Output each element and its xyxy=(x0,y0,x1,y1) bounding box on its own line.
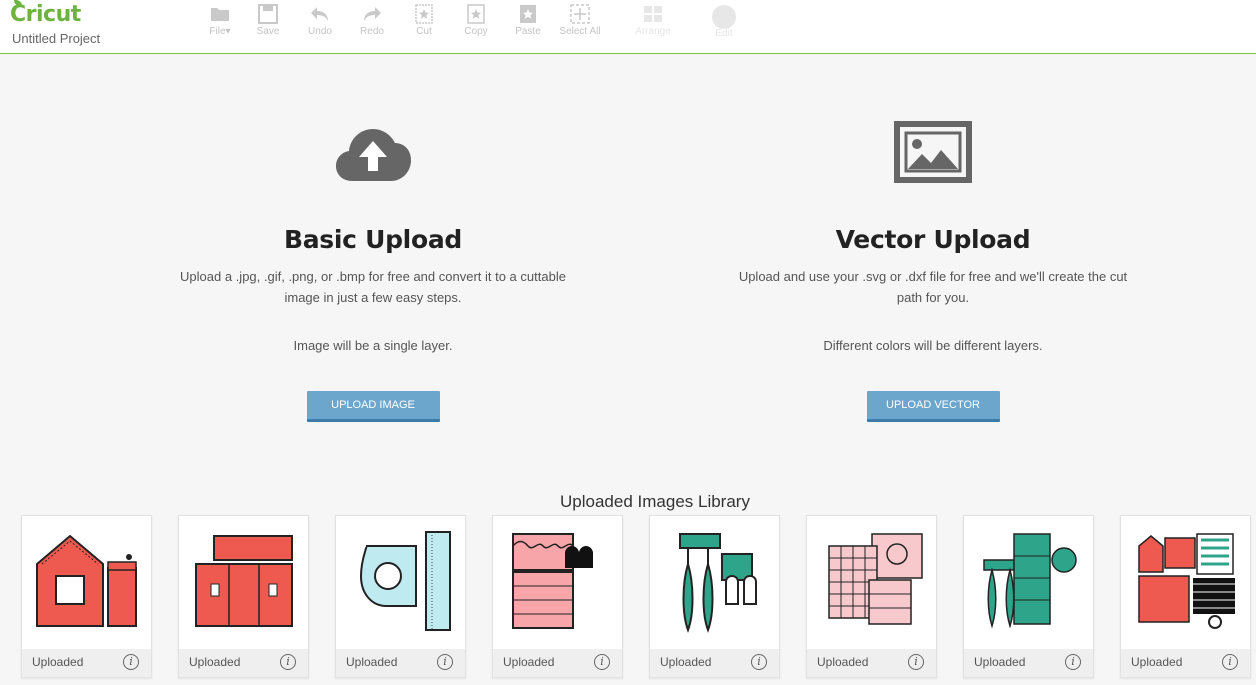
vector-upload-icon-wrap xyxy=(723,110,1143,190)
top-header: Cricut Untitled Project File▾ Save Undo … xyxy=(0,0,1256,54)
image-caption: Uploaded xyxy=(503,655,555,669)
cut-label: Cut xyxy=(416,26,432,37)
basic-upload-note: Image will be a single layer. xyxy=(293,338,453,353)
uploaded-image-tile[interactable]: Uploaded i xyxy=(1120,515,1251,678)
uploaded-image-tile[interactable]: Uploaded i xyxy=(963,515,1094,678)
image-caption: Uploaded xyxy=(32,655,84,669)
arrange-button[interactable]: Arrange xyxy=(628,2,678,46)
image-caption: Uploaded xyxy=(660,655,712,669)
image-caption: Uploaded xyxy=(346,655,398,669)
image-thumbnail[interactable] xyxy=(650,516,779,649)
basic-upload-title: Basic Upload xyxy=(283,225,462,254)
image-caption: Uploaded xyxy=(974,655,1026,669)
edit-icon xyxy=(712,5,736,29)
scalloped-design-image xyxy=(511,533,593,629)
cut-button[interactable]: Cut xyxy=(402,2,446,46)
select-all-label: Select All xyxy=(559,26,601,37)
info-icon[interactable]: i xyxy=(908,654,924,670)
image-thumbnail[interactable] xyxy=(22,516,151,649)
basic-upload-description: Upload a .jpg, .gif, .png, or .bmp for f… xyxy=(180,269,566,305)
edit-button[interactable]: Edit xyxy=(702,2,746,46)
undo-button[interactable]: Undo xyxy=(298,2,342,46)
uploaded-image-tile[interactable]: Uploaded i xyxy=(806,515,937,678)
file-menu-button[interactable]: File▾ xyxy=(198,2,242,46)
image-caption: Uploaded xyxy=(817,655,869,669)
redo-button[interactable]: Redo xyxy=(350,2,394,46)
info-icon[interactable]: i xyxy=(1222,654,1238,670)
uploaded-image-tile[interactable]: Uploaded i xyxy=(178,515,309,678)
vector-upload-description: Upload and use your .svg or .dxf file fo… xyxy=(738,269,1128,305)
image-caption: Uploaded xyxy=(1131,655,1183,669)
redo-label: Redo xyxy=(360,26,384,37)
file-label: File▾ xyxy=(209,26,231,37)
village-design-image xyxy=(1137,533,1235,629)
library-title: Uploaded Images Library xyxy=(560,492,750,511)
image-thumbnail[interactable] xyxy=(807,516,936,649)
uploaded-image-tile[interactable]: Uploaded i xyxy=(649,515,780,678)
uploaded-image-tile[interactable]: Uploaded i xyxy=(492,515,623,678)
save-button[interactable]: Save xyxy=(246,2,290,46)
cloud-upload-icon xyxy=(336,129,411,181)
image-thumbnail[interactable] xyxy=(179,516,308,649)
upload-vector-button[interactable]: UPLOAD VECTOR xyxy=(866,391,1000,422)
info-icon[interactable]: i xyxy=(437,654,453,670)
undo-icon xyxy=(311,7,328,21)
vector-upload-panel: Vector Upload Upload and use your .svg o… xyxy=(723,110,1143,422)
undo-label: Undo xyxy=(308,26,332,37)
image-icon xyxy=(894,121,972,183)
lantern-design-image xyxy=(982,533,1077,629)
uploaded-image-tile[interactable]: Uploaded i xyxy=(335,515,466,678)
info-icon[interactable]: i xyxy=(751,654,767,670)
cut-icon xyxy=(415,4,433,24)
ring-design-image xyxy=(359,531,451,631)
image-thumbnail[interactable] xyxy=(964,516,1093,649)
basic-upload-icon-wrap xyxy=(163,110,583,190)
vector-upload-title: Vector Upload xyxy=(835,225,1031,254)
box-design-image xyxy=(194,535,293,627)
upload-image-button[interactable]: UPLOAD IMAGE xyxy=(306,391,440,422)
image-caption: Uploaded xyxy=(189,655,241,669)
ornament-design-image xyxy=(678,533,757,633)
basic-upload-panel: Basic Upload Upload a .jpg, .gif, .png, … xyxy=(163,110,583,422)
image-thumbnail[interactable] xyxy=(336,516,465,649)
arrange-icon xyxy=(644,6,662,22)
house-design-image xyxy=(35,534,137,627)
select-all-icon xyxy=(570,4,590,24)
paste-button[interactable]: Paste xyxy=(506,2,550,46)
image-thumbnail[interactable] xyxy=(1121,516,1250,649)
redo-icon xyxy=(364,7,381,21)
save-label: Save xyxy=(256,26,280,37)
select-all-button[interactable]: Select All xyxy=(558,2,602,46)
info-icon[interactable]: i xyxy=(123,654,139,670)
paste-label: Paste xyxy=(515,26,541,37)
arrange-label: Arrange xyxy=(635,26,671,37)
info-icon[interactable]: i xyxy=(1065,654,1081,670)
copy-button[interactable]: Copy xyxy=(454,2,498,46)
info-icon[interactable]: i xyxy=(280,654,296,670)
image-thumbnail[interactable] xyxy=(493,516,622,649)
save-icon xyxy=(258,4,278,24)
uploaded-image-tile[interactable]: Uploaded i xyxy=(21,515,152,678)
vector-upload-note: Different colors will be different layer… xyxy=(823,338,1043,353)
edit-label: Edit xyxy=(715,28,733,39)
info-icon[interactable]: i xyxy=(594,654,610,670)
project-title[interactable]: Untitled Project xyxy=(12,31,100,46)
folder-icon xyxy=(211,8,229,21)
copy-label: Copy xyxy=(464,26,488,37)
lattice-design-image xyxy=(827,533,923,625)
paste-icon xyxy=(520,5,536,23)
copy-icon xyxy=(467,4,485,24)
cricut-logo[interactable]: Cricut xyxy=(10,0,81,27)
